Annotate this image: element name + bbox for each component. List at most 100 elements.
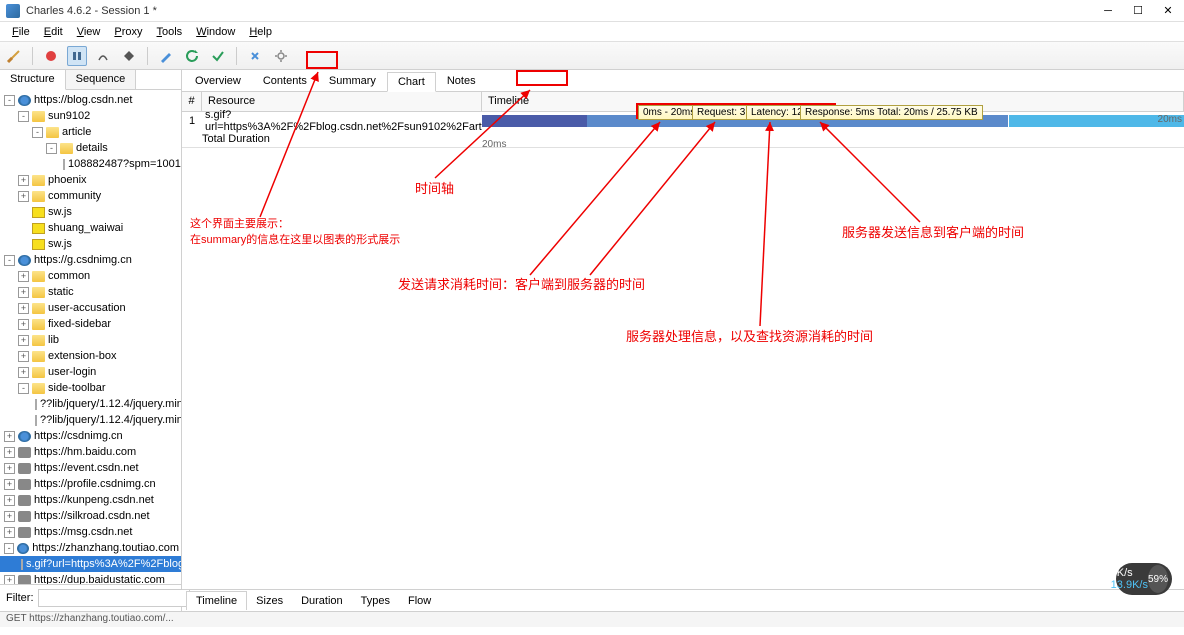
- btab-sizes[interactable]: Sizes: [247, 592, 292, 610]
- menu-help[interactable]: Help: [243, 24, 278, 40]
- tab-sequence[interactable]: Sequence: [66, 70, 137, 89]
- minimize-button[interactable]: ─: [1102, 5, 1114, 17]
- tree-item[interactable]: +lib: [0, 332, 181, 348]
- tree-item[interactable]: +fixed-sidebar: [0, 316, 181, 332]
- file-icon: [63, 159, 65, 170]
- menu-tools[interactable]: Tools: [151, 24, 189, 40]
- tab-notes[interactable]: Notes: [436, 71, 487, 91]
- btab-duration[interactable]: Duration: [292, 592, 352, 610]
- tree-item-label: ??lib/jquery/1.12.4/jquery.min.js,user-l: [40, 414, 181, 426]
- tree-item[interactable]: +https://kunpeng.csdn.net: [0, 492, 181, 508]
- col-num[interactable]: #: [182, 92, 202, 111]
- check-icon[interactable]: [208, 46, 228, 66]
- globe-icon: [18, 95, 31, 106]
- tree-item[interactable]: ??lib/jquery/1.12.4/jquery.min.js,user-l: [0, 412, 181, 428]
- total-label: Total Duration: [182, 133, 482, 145]
- tree-item-label: lib: [48, 334, 59, 346]
- tab-structure[interactable]: Structure: [0, 70, 66, 90]
- broom-icon[interactable]: [4, 46, 24, 66]
- structure-tree[interactable]: -https://blog.csdn.net-sun9102-article-d…: [0, 90, 181, 584]
- folder-icon: [32, 175, 45, 186]
- tree-item-label: https://msg.csdn.net: [34, 526, 132, 538]
- lock-icon: [18, 527, 31, 538]
- tree-item[interactable]: +https://event.csdn.net: [0, 460, 181, 476]
- lock-icon: [18, 495, 31, 506]
- tree-item[interactable]: +extension-box: [0, 348, 181, 364]
- tab-summary[interactable]: Summary: [318, 71, 387, 91]
- lock-icon: [18, 511, 31, 522]
- maximize-button[interactable]: ☐: [1132, 5, 1144, 17]
- folder-icon: [60, 143, 73, 154]
- window-title: Charles 4.6.2 - Session 1 *: [26, 5, 1102, 17]
- lock-icon: [18, 447, 31, 458]
- btab-flow[interactable]: Flow: [399, 592, 440, 610]
- tooltip-response: Response: 5ms Total: 20ms / 25.75 KB: [800, 105, 983, 120]
- refresh-icon[interactable]: [182, 46, 202, 66]
- tree-item-label: https://kunpeng.csdn.net: [34, 494, 154, 506]
- tree-item[interactable]: +https://silkroad.csdn.net: [0, 508, 181, 524]
- js-icon: [32, 239, 45, 250]
- tree-item-label: ??lib/jquery/1.12.4/jquery.min.js,user-l: [40, 398, 181, 410]
- record-icon[interactable]: [41, 46, 61, 66]
- settings-icon[interactable]: [271, 46, 291, 66]
- tree-item-label: 108882487?spm=1001.2014: [68, 158, 181, 170]
- tree-item-label: extension-box: [48, 350, 117, 362]
- tree-item[interactable]: +static: [0, 284, 181, 300]
- tools-icon[interactable]: [245, 46, 265, 66]
- tree-item[interactable]: sw.js: [0, 236, 181, 252]
- tree-item[interactable]: -https://zhanzhang.toutiao.com: [0, 540, 181, 556]
- tree-item[interactable]: +user-accusation: [0, 300, 181, 316]
- tab-chart[interactable]: Chart: [387, 72, 436, 92]
- tree-item[interactable]: +user-login: [0, 364, 181, 380]
- tree-item[interactable]: +https://csdnimg.cn: [0, 428, 181, 444]
- globe-icon: [18, 255, 31, 266]
- folder-icon: [32, 191, 45, 202]
- tree-item[interactable]: shuang_waiwai: [0, 220, 181, 236]
- globe-icon: [18, 431, 31, 442]
- file-icon: [35, 399, 37, 410]
- menu-file[interactable]: File: [6, 24, 36, 40]
- tree-item[interactable]: s.gif?url=https%3A%2F%2Fblog.csdn: [0, 556, 181, 572]
- menu-view[interactable]: View: [71, 24, 107, 40]
- menu-window[interactable]: Window: [190, 24, 241, 40]
- tree-item[interactable]: +https://msg.csdn.net: [0, 524, 181, 540]
- folder-icon: [32, 383, 45, 394]
- tree-item[interactable]: sw.js: [0, 204, 181, 220]
- tree-item[interactable]: -side-toolbar: [0, 380, 181, 396]
- tree-item[interactable]: +common: [0, 268, 181, 284]
- tree-item[interactable]: -https://g.csdnimg.cn: [0, 252, 181, 268]
- btab-types[interactable]: Types: [352, 592, 399, 610]
- tab-contents[interactable]: Contents: [252, 71, 318, 91]
- tree-item-label: community: [48, 190, 101, 202]
- tree-item[interactable]: +https://profile.csdnimg.cn: [0, 476, 181, 492]
- tree-item[interactable]: -https://blog.csdn.net: [0, 92, 181, 108]
- tree-item[interactable]: +community: [0, 188, 181, 204]
- tree-item-label: shuang_waiwai: [48, 222, 123, 234]
- edit-icon[interactable]: [156, 46, 176, 66]
- tree-item-label: details: [76, 142, 108, 154]
- filter-label: Filter:: [6, 592, 34, 604]
- tree-item[interactable]: 108882487?spm=1001.2014: [0, 156, 181, 172]
- tab-overview[interactable]: Overview: [184, 71, 252, 91]
- filter-input[interactable]: [38, 589, 190, 607]
- tree-item-label: user-accusation: [48, 302, 126, 314]
- menu-proxy[interactable]: Proxy: [108, 24, 148, 40]
- menu-edit[interactable]: Edit: [38, 24, 69, 40]
- tree-item[interactable]: +https://hm.baidu.com: [0, 444, 181, 460]
- titlebar: Charles 4.6.2 - Session 1 * ─ ☐ ✕: [0, 0, 1184, 22]
- folder-icon: [32, 319, 45, 330]
- pause-icon[interactable]: [67, 46, 87, 66]
- tree-item[interactable]: -sun9102: [0, 108, 181, 124]
- btab-timeline[interactable]: Timeline: [186, 591, 247, 610]
- tree-item[interactable]: ??lib/jquery/1.12.4/jquery.min.js,user-l: [0, 396, 181, 412]
- globe-icon: [17, 543, 29, 554]
- tree-item[interactable]: -article: [0, 124, 181, 140]
- throttle-icon[interactable]: [93, 46, 113, 66]
- tree-item[interactable]: +https://dup.baidustatic.com: [0, 572, 181, 584]
- app-icon: [6, 4, 20, 18]
- close-button[interactable]: ✕: [1162, 5, 1174, 17]
- tree-item-label: fixed-sidebar: [48, 318, 111, 330]
- breakpoint-icon[interactable]: [119, 46, 139, 66]
- tree-item[interactable]: -details: [0, 140, 181, 156]
- tree-item[interactable]: +phoenix: [0, 172, 181, 188]
